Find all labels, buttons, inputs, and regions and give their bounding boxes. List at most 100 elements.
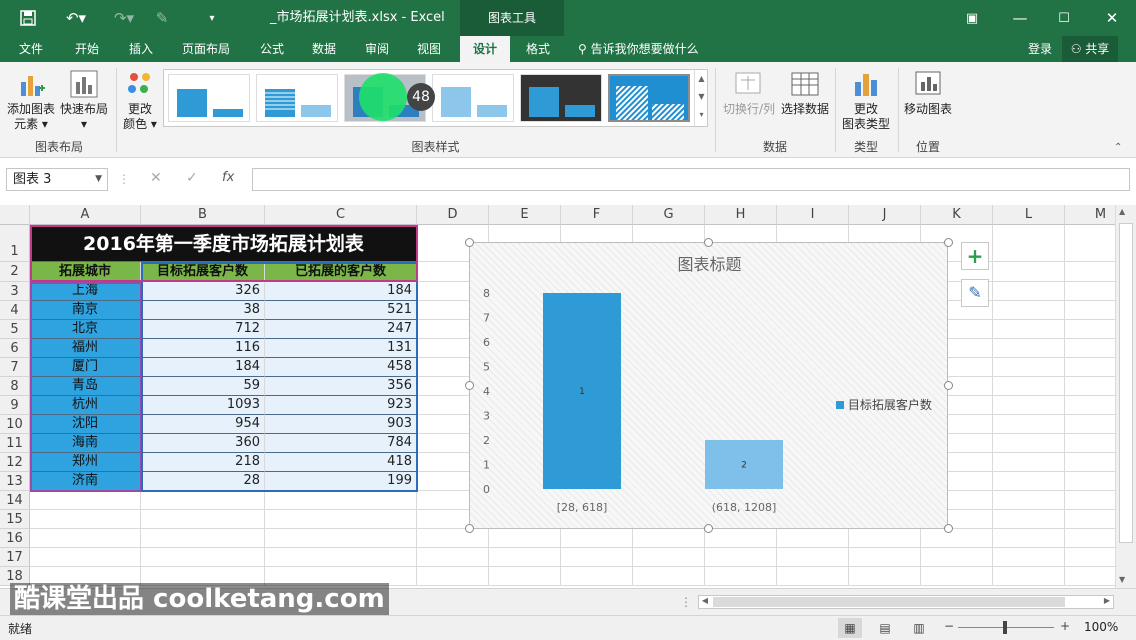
tab-page-layout[interactable]: 页面布局 (174, 36, 238, 62)
column-header[interactable]: F (561, 205, 633, 225)
achieved-count-cell[interactable]: 784 (265, 434, 417, 453)
formula-input[interactable] (252, 168, 1130, 191)
empty-cell[interactable] (1065, 282, 1115, 301)
empty-cell[interactable] (993, 472, 1065, 491)
empty-cell[interactable] (1065, 377, 1115, 396)
collapse-ribbon-icon[interactable]: ⌃ (1114, 142, 1122, 153)
normal-view-icon[interactable]: ▦ (838, 618, 862, 638)
row-header[interactable]: 9 (0, 396, 30, 415)
row-header[interactable]: 15 (0, 510, 30, 529)
minimize-icon[interactable]: — (1008, 0, 1032, 36)
tab-data[interactable]: 数据 (304, 36, 344, 62)
empty-cell[interactable] (993, 529, 1065, 548)
row-header[interactable]: 3 (0, 282, 30, 301)
empty-cell[interactable] (1065, 320, 1115, 339)
target-count-cell[interactable]: 28 (141, 472, 265, 491)
tab-design[interactable]: 设计 (460, 36, 510, 62)
row-header[interactable]: 17 (0, 548, 30, 567)
insert-function-icon[interactable]: fx (222, 170, 234, 185)
vertical-scrollbar[interactable]: ▲ ▼ (1115, 205, 1136, 588)
empty-cell[interactable] (1065, 548, 1115, 567)
chart-legend[interactable]: 目标拓展客户数 (836, 396, 932, 413)
empty-cell[interactable] (993, 491, 1065, 510)
empty-cell[interactable] (993, 262, 1065, 282)
empty-cell[interactable] (561, 548, 633, 567)
empty-cell[interactable] (993, 453, 1065, 472)
chart-handle-br[interactable] (944, 524, 953, 533)
empty-cell[interactable] (633, 567, 705, 586)
empty-cell[interactable] (1065, 472, 1115, 491)
empty-cell[interactable] (993, 225, 1065, 262)
empty-cell[interactable] (705, 529, 777, 548)
empty-cell[interactable] (1065, 358, 1115, 377)
chart-style-2[interactable] (256, 74, 338, 122)
tab-review[interactable]: 审阅 (356, 36, 398, 62)
column-header[interactable]: M (1065, 205, 1115, 225)
page-break-view-icon[interactable]: ▥ (908, 618, 930, 638)
achieved-count-cell[interactable]: 184 (265, 282, 417, 301)
empty-cell[interactable] (1065, 491, 1115, 510)
customize-qat-icon[interactable]: ▾ (204, 0, 220, 36)
cancel-icon[interactable]: ✕ (150, 170, 162, 186)
chart-area[interactable]: 图表标题 0 1 2 3 4 5 6 7 8 1 [28, 618] 2 (618, 1208] 目标拓… (469, 242, 948, 529)
select-data-button[interactable]: 选择数据 (778, 68, 832, 117)
city-cell[interactable]: 杭州 (30, 396, 141, 415)
empty-cell[interactable] (489, 529, 561, 548)
empty-cell[interactable] (633, 548, 705, 567)
column-header[interactable]: D (417, 205, 489, 225)
empty-cell[interactable] (141, 548, 265, 567)
empty-cell[interactable] (417, 567, 489, 586)
city-cell[interactable]: 上海 (30, 282, 141, 301)
city-cell[interactable]: 海南 (30, 434, 141, 453)
achieved-count-cell[interactable]: 903 (265, 415, 417, 434)
empty-cell[interactable] (489, 548, 561, 567)
empty-cell[interactable] (849, 567, 921, 586)
empty-cell[interactable] (993, 339, 1065, 358)
tell-me-box[interactable]: ⚲ 告诉我你想要做什么 (578, 36, 718, 62)
target-count-cell[interactable]: 218 (141, 453, 265, 472)
row-header[interactable]: 6 (0, 339, 30, 358)
empty-cell[interactable] (417, 529, 489, 548)
empty-cell[interactable] (1065, 225, 1115, 262)
move-chart-button[interactable]: 移动图表 (900, 68, 956, 117)
tab-insert[interactable]: 插入 (118, 36, 164, 62)
row-header[interactable]: 11 (0, 434, 30, 453)
scroll-left-icon[interactable]: ◀ (699, 596, 711, 608)
column-header[interactable]: K (921, 205, 993, 225)
tab-file[interactable]: 文件 (10, 36, 52, 62)
select-all-corner[interactable] (0, 205, 30, 225)
chart-handle-tl[interactable] (465, 238, 474, 247)
chart-style-5[interactable] (520, 74, 602, 122)
empty-cell[interactable] (633, 529, 705, 548)
empty-cell[interactable] (993, 377, 1065, 396)
change-colors-button[interactable]: 更改 颜色 ▾ (118, 68, 162, 132)
enter-icon[interactable]: ✓ (186, 170, 198, 186)
empty-cell[interactable] (849, 548, 921, 567)
redo-icon[interactable]: ↷▾ (106, 0, 142, 36)
achieved-count-cell[interactable]: 458 (265, 358, 417, 377)
achieved-count-cell[interactable]: 131 (265, 339, 417, 358)
row-header[interactable]: 2 (0, 262, 30, 282)
city-cell[interactable]: 厦门 (30, 358, 141, 377)
empty-cell[interactable] (705, 548, 777, 567)
empty-cell[interactable] (993, 510, 1065, 529)
horizontal-scroll-thumb[interactable] (713, 597, 1065, 607)
name-box[interactable]: 图表 3 ▼ (6, 168, 108, 191)
gallery-scroll[interactable]: ▲ ▼ ▾ (694, 70, 708, 126)
target-count-cell[interactable]: 326 (141, 282, 265, 301)
column-header-cell[interactable]: 目标拓展客户数 (141, 262, 265, 282)
target-count-cell[interactable]: 360 (141, 434, 265, 453)
target-count-cell[interactable]: 1093 (141, 396, 265, 415)
chart-handle-tr[interactable] (944, 238, 953, 247)
empty-cell[interactable] (1065, 510, 1115, 529)
empty-cell[interactable] (30, 548, 141, 567)
row-header[interactable]: 1 (0, 225, 30, 262)
achieved-count-cell[interactable]: 199 (265, 472, 417, 491)
sheet-title-cell[interactable]: 2016年第一季度市场拓展计划表 (30, 225, 417, 262)
empty-cell[interactable] (993, 548, 1065, 567)
achieved-count-cell[interactable]: 923 (265, 396, 417, 415)
login-link[interactable]: 登录 (1020, 36, 1060, 62)
horizontal-scrollbar[interactable]: ◀ ▶ (698, 595, 1114, 609)
empty-cell[interactable] (1065, 396, 1115, 415)
city-cell[interactable]: 青岛 (30, 377, 141, 396)
